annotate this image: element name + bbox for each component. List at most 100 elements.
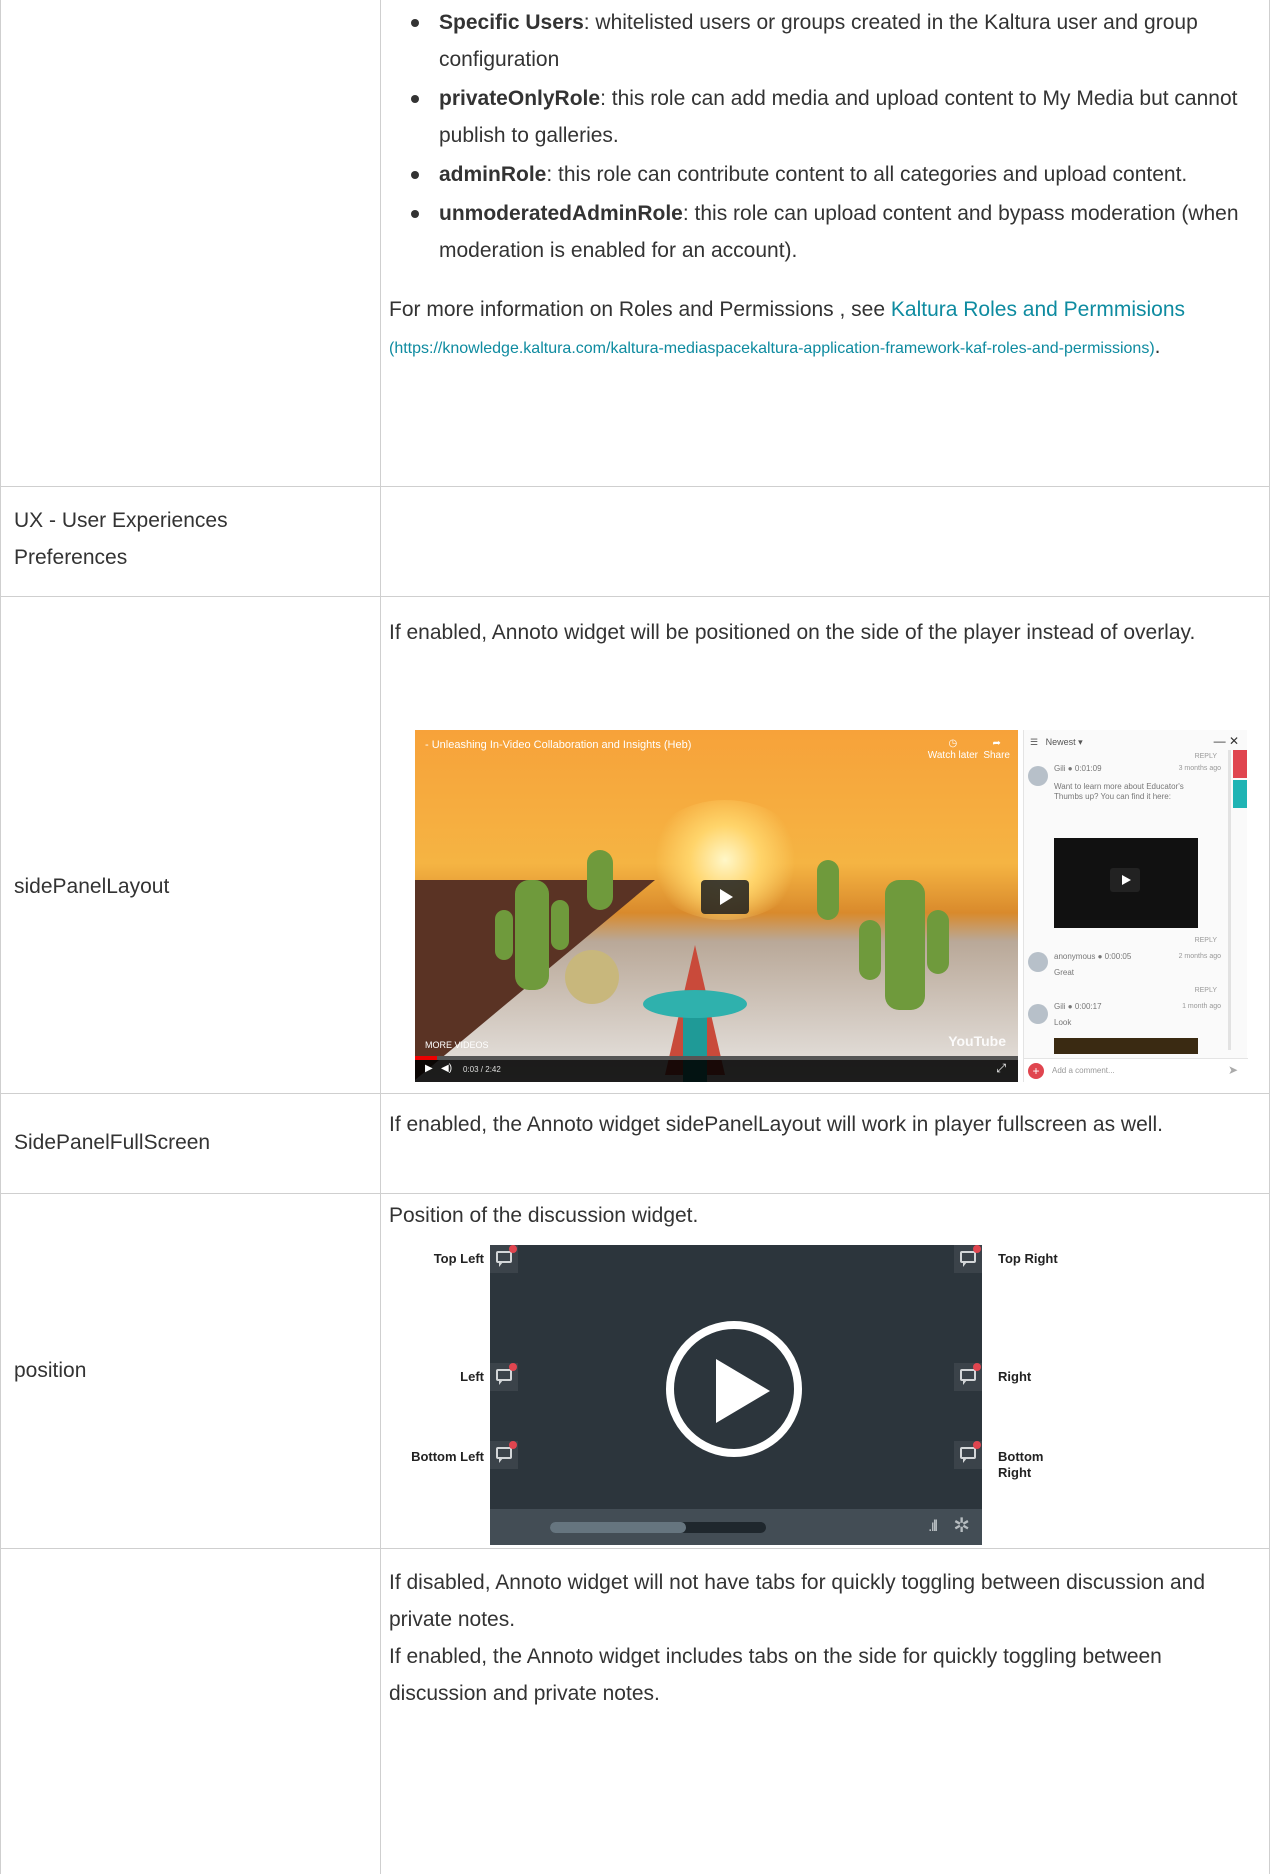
position-diagram: .ıll ✲ Top Left Top Right Left Right Bot… — [400, 1245, 1080, 1545]
cactus — [587, 850, 613, 910]
cactus — [495, 910, 513, 960]
control-play-icon[interactable]: ▶ — [425, 1063, 433, 1075]
table-left-border — [0, 0, 1, 1874]
role-term: adminRole — [439, 163, 547, 186]
label-bottom-right: Bottom Right — [998, 1449, 1044, 1480]
play-icon[interactable] — [701, 880, 749, 914]
label-top-right: Top Right — [998, 1251, 1058, 1266]
ux-section-label: UX - User Experiences Preferences — [14, 509, 228, 569]
notes-tab[interactable] — [1233, 780, 1247, 808]
sort-dropdown[interactable]: Newest ▾ — [1046, 737, 1083, 747]
list-item: adminRole: this role can contribute cont… — [389, 156, 1249, 193]
position-label: position — [14, 1359, 87, 1382]
comment-thumbnail — [1054, 1038, 1198, 1054]
row-divider — [0, 1193, 1270, 1194]
comment-icon — [954, 1441, 982, 1469]
config-table: Specific Users: whitelisted users or gro… — [0, 0, 1271, 1874]
platform — [643, 990, 747, 1018]
share-label: Share — [983, 750, 1010, 761]
more-info-paragraph: For more information on Roles and Permis… — [389, 291, 1249, 367]
cactus — [817, 860, 839, 920]
link-text: Kaltura Roles and Permmisions — [890, 298, 1186, 321]
watch-later-button[interactable]: ◷ Watch later — [928, 738, 978, 762]
send-icon[interactable]: ➤ — [1228, 1063, 1238, 1077]
column-divider — [380, 0, 381, 1874]
list-item: Specific Users: whitelisted users or gro… — [389, 4, 1249, 78]
comment-icon — [490, 1441, 518, 1469]
comment-age: 1 month ago — [1182, 1003, 1221, 1010]
row-divider — [0, 1548, 1270, 1549]
video-title: - Unleashing In-Video Collaboration and … — [425, 739, 692, 751]
annoto-side-panel: ☰ Newest ▾ — ✕ REPLY Gili ● 0:01:09 3 mo… — [1023, 730, 1248, 1082]
progress-track — [550, 1522, 766, 1533]
player-bar: .ıll ✲ — [490, 1509, 982, 1545]
role-term: unmoderatedAdminRole — [439, 202, 683, 225]
reply-button[interactable]: REPLY — [1195, 752, 1217, 761]
tabs-desc: If disabled, Annoto widget will not have… — [389, 1564, 1249, 1712]
role-term: Specific Users — [439, 11, 584, 34]
comment-icon — [490, 1363, 518, 1391]
cactus — [885, 880, 925, 1010]
more-videos[interactable]: MORE VIDEOS — [425, 1040, 489, 1050]
list-item: unmoderatedAdminRole: this role can uplo… — [389, 195, 1249, 269]
play-icon — [666, 1321, 802, 1457]
comment-icon — [954, 1245, 982, 1273]
tabs-desc-enabled: If enabled, the Annoto widget includes t… — [389, 1645, 1162, 1705]
watch-later-label: Watch later — [927, 750, 978, 761]
add-icon[interactable]: + — [1028, 1063, 1044, 1079]
comment-age: 3 months ago — [1178, 765, 1221, 772]
cactus — [551, 900, 569, 950]
close-icon[interactable]: — ✕ — [1214, 734, 1239, 748]
role-term: privateOnlyRole — [439, 87, 601, 110]
youtube-logo: YouTube — [948, 1033, 1006, 1049]
avatar — [1028, 952, 1048, 972]
avatar — [1028, 1004, 1048, 1024]
player-mock: .ıll ✲ — [490, 1245, 982, 1545]
progress-fill — [415, 1056, 437, 1060]
label-bottom-left: Bottom Left — [411, 1449, 484, 1464]
panel-scrollbar[interactable] — [1228, 750, 1231, 1050]
roles-cell: Specific Users: whitelisted users or gro… — [389, 4, 1249, 367]
cactus — [927, 910, 949, 974]
ball — [565, 950, 619, 1004]
table-right-border — [1269, 0, 1270, 1874]
side-panel-layout-desc: If enabled, Annoto widget will be positi… — [389, 621, 1196, 644]
player-controls: ▶ ◀) 0:03 / 2:42 ⤢ — [415, 1056, 1018, 1082]
tabs-desc-disabled: If disabled, Annoto widget will not have… — [389, 1571, 1206, 1631]
fullscreen-icon[interactable]: ⤢ — [996, 1062, 1006, 1074]
video-thumbnail[interactable] — [1054, 838, 1198, 928]
comment-icon — [490, 1245, 518, 1273]
progress-fill — [550, 1522, 687, 1533]
row-divider — [0, 596, 1270, 597]
reply-button[interactable]: REPLY — [1195, 936, 1217, 945]
panel-header: ☰ Newest ▾ — [1030, 737, 1083, 747]
more-info-suffix: . — [1154, 335, 1161, 358]
video-frame: - Unleashing In-Video Collaboration and … — [415, 730, 1018, 1082]
time-display: 0:03 / 2:42 — [463, 1065, 501, 1074]
cactus — [859, 920, 881, 980]
add-comment-input[interactable]: Add a comment... — [1052, 1066, 1115, 1076]
role-desc: : this role can contribute content to al… — [546, 163, 1188, 186]
comment-text: Great — [1054, 968, 1075, 977]
row-divider — [0, 486, 1270, 487]
label-right: Right — [998, 1369, 1032, 1384]
volume-icon[interactable]: ◀) — [441, 1063, 452, 1075]
comment-text: Look — [1054, 1018, 1072, 1027]
comment-age: 2 months ago — [1178, 953, 1221, 960]
reply-button[interactable]: REPLY — [1195, 986, 1217, 995]
side-panel-screenshot: - Unleashing In-Video Collaboration and … — [415, 730, 1248, 1082]
progress-bar[interactable] — [415, 1056, 1018, 1060]
share-button[interactable]: ➦ Share — [983, 738, 1010, 762]
signal-icon: .ıll — [928, 1518, 938, 1535]
list-item: privateOnlyRole: this role can add media… — [389, 80, 1249, 154]
comment-text: Want to learn more about Educator's Thum… — [1054, 782, 1184, 801]
add-comment-bar: + Add a comment... ➤ — [1024, 1058, 1248, 1082]
more-info-prefix: For more information on Roles and Permis… — [389, 298, 886, 321]
discussion-tab[interactable] — [1233, 750, 1247, 778]
side-panel-layout-label: sidePanelLayout — [14, 875, 170, 898]
label-top-left: Top Left — [433, 1251, 484, 1266]
cactus — [515, 880, 549, 990]
thumbnail-play-icon[interactable] — [1110, 868, 1140, 892]
gear-icon: ✲ — [953, 1515, 970, 1537]
label-left: Left — [460, 1369, 484, 1384]
